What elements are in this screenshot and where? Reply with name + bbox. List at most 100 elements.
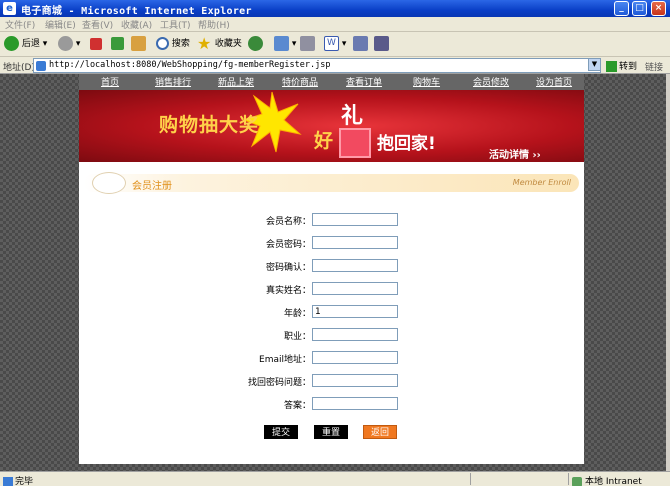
discuss-icon [353,36,368,51]
shop-page: 首页 销售排行 新品上架 特价商品 查看订单 购物车 会员修改 设为首页 购物抽… [79,74,584,464]
activity-details-link[interactable]: 活动详情 ›› [489,146,541,161]
print-button[interactable] [300,35,315,54]
back-arrow-icon [4,36,19,51]
discuss-button[interactable] [353,35,368,54]
messenger-button[interactable] [374,35,389,54]
status-label: 完毕 [15,477,34,486]
nav-special-offers[interactable]: 特价商品 [282,75,318,88]
promo-banner[interactable]: 购物抽大奖 好 礼 抱回家! 活动详情 ›› [79,90,584,162]
security-zone: 本地 Intranet [572,474,642,486]
star-icon: ★ [197,34,212,53]
stop-icon [90,37,102,50]
section-header: 会员注册 Member Enroll [84,172,579,194]
title-bar: e 电子商城 - Microsoft Internet Explorer _ □… [0,0,670,17]
forward-button[interactable]: ▾ [58,35,80,54]
menu-help[interactable]: 帮助(H) [198,18,230,31]
status-divider [470,473,471,485]
go-arrow-icon [606,61,617,72]
confirm-password-input[interactable] [312,259,398,272]
site-nav: 首页 销售排行 新品上架 特价商品 查看订单 购物车 会员修改 设为首页 [79,74,584,90]
menu-favorites[interactable]: 收藏(A) [121,18,152,31]
links-button[interactable]: 链接 [645,60,663,73]
reset-button[interactable]: 重置 [314,425,348,439]
nav-member-edit[interactable]: 会员修改 [473,75,509,88]
menu-view[interactable]: 查看(V) [82,18,113,31]
mail-icon [274,36,289,51]
status-divider [568,473,569,485]
email-input[interactable] [312,351,398,364]
nav-sales-rank[interactable]: 销售排行 [155,75,191,88]
nav-view-orders[interactable]: 查看订单 [346,75,382,88]
label-confirm-password: 密码确认： [265,263,311,273]
vertical-scrollbar[interactable] [666,74,670,471]
forward-arrow-icon [58,36,73,51]
intranet-icon [572,476,582,486]
label-username: 会员名称： [265,217,311,227]
mail-button[interactable]: ▾ [274,35,296,54]
go-label: 转到 [619,62,638,72]
label-age: 年龄： [283,309,311,319]
nav-home[interactable]: 首页 [101,75,119,88]
status-bar: 完毕 本地 Intranet [0,471,670,486]
menu-tools[interactable]: 工具(T) [160,18,191,31]
address-label: 地址(D) [3,63,35,73]
username-input[interactable] [312,213,398,226]
return-button[interactable]: 返回 [363,425,397,439]
minimize-button[interactable]: _ [614,1,629,16]
search-icon [156,37,169,50]
real-name-input[interactable] [312,282,398,295]
nav-set-homepage[interactable]: 设为首页 [536,75,572,88]
home-icon [131,36,146,51]
banner-li: 礼 [341,104,364,129]
section-title: 会员注册 [132,181,172,192]
banner-hao: 好 [314,130,334,152]
menu-edit[interactable]: 编辑(E) [45,18,76,31]
history-button[interactable] [248,35,263,54]
nav-new-products[interactable]: 新品上架 [218,75,254,88]
go-button[interactable]: 转到 [606,59,637,72]
label-real-name: 真实姓名： [265,286,311,296]
feather-pen-icon [92,172,126,194]
security-question-input[interactable] [312,374,398,387]
menu-file[interactable]: 文件(F) [5,18,35,31]
submit-button[interactable]: 提交 [264,425,298,439]
status-text: 完毕 [3,474,33,486]
favorites-label: 收藏夹 [214,39,242,49]
page-icon [36,61,46,71]
label-email: Email地址： [259,355,311,365]
section-subtitle: Member Enroll [512,178,571,187]
address-dropdown-button[interactable]: ▼ [588,58,601,71]
occupation-input[interactable] [312,328,398,341]
messenger-icon [374,36,389,51]
label-answer: 答案： [283,401,311,411]
label-password: 会员密码： [265,240,311,250]
page-done-icon [3,476,13,486]
age-input[interactable] [312,305,398,318]
banner-subline: 抱回家! [377,134,436,154]
password-input[interactable] [312,236,398,249]
address-url: http://localhost:8080/WebShopping/fg-mem… [49,60,331,70]
print-icon [300,36,315,51]
ie-logo-icon: e [3,2,16,15]
refresh-button[interactable] [111,35,124,54]
word-icon: W [324,36,339,51]
label-security-question: 找回密码问题： [247,378,311,388]
history-icon [248,36,263,51]
maximize-button[interactable]: □ [632,1,647,16]
search-button[interactable]: 搜索 [156,35,190,54]
search-label: 搜索 [171,39,190,49]
home-button[interactable] [131,35,146,54]
window-title: 电子商城 - Microsoft Internet Explorer [21,6,252,17]
menu-bar: 文件(F) 编辑(E) 查看(V) 收藏(A) 工具(T) 帮助(H) [0,17,670,32]
label-occupation: 职业： [283,332,311,342]
answer-input[interactable] [312,397,398,410]
back-label: 后退 [21,39,40,49]
address-input[interactable]: http://localhost:8080/WebShopping/fg-mem… [33,58,601,73]
browser-viewport: 首页 销售排行 新品上架 特价商品 查看订单 购物车 会员修改 设为首页 购物抽… [0,74,670,471]
nav-cart[interactable]: 购物车 [413,75,440,88]
stop-button[interactable] [90,35,102,54]
edit-button[interactable]: W ▾ [324,35,346,54]
back-button[interactable]: 后退 ▾ [4,35,47,54]
close-button[interactable]: × [651,1,666,16]
favorites-button[interactable]: ★ 收藏夹 [197,35,242,54]
